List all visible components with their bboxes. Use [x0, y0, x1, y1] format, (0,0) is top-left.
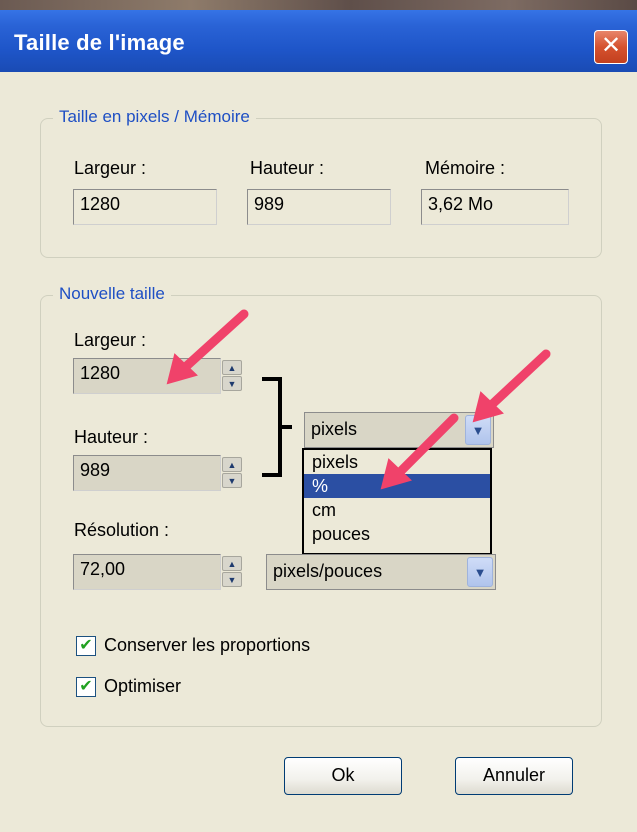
link-bracket-tick — [280, 425, 292, 429]
current-height-label: Hauteur : — [250, 158, 325, 178]
new-height-label: Hauteur : — [74, 427, 149, 447]
new-height-input[interactable]: 989 — [73, 455, 221, 491]
memory-group: Taille en pixels / Mémoire — [40, 107, 602, 258]
resolution-spinner[interactable]: ▲ ▼ — [222, 556, 242, 588]
spin-up-icon[interactable]: ▲ — [222, 360, 242, 375]
close-icon: ✕ — [600, 32, 622, 59]
link-bracket — [262, 377, 282, 477]
unit-option-cm[interactable]: cm — [304, 498, 490, 522]
resolution-label: Résolution : — [74, 520, 170, 540]
cancel-button[interactable]: Annuler — [455, 757, 573, 795]
unit-option-pouces[interactable]: pouces — [304, 522, 490, 546]
memory-label: Mémoire : — [425, 158, 506, 178]
size-unit-select[interactable]: pixels ▼ — [304, 412, 494, 448]
checkmark-icon: ✔ — [79, 637, 93, 654]
close-button[interactable]: ✕ — [594, 30, 628, 64]
ok-button[interactable]: Ok — [284, 757, 402, 795]
memory-group-title: Taille en pixels / Mémoire — [53, 107, 256, 127]
keep-proportions-checkbox[interactable]: ✔ — [76, 636, 96, 656]
new-size-group-title: Nouvelle taille — [53, 284, 171, 304]
resolution-unit-value: pixels/pouces — [273, 561, 383, 581]
title-bar: Taille de l'image ✕ — [0, 0, 637, 72]
optimize-label: Optimiser — [104, 676, 182, 696]
new-width-input[interactable]: 1280 — [73, 358, 221, 394]
resolution-unit-select[interactable]: pixels/pouces ▼ — [266, 554, 496, 590]
unit-option-pixels[interactable]: pixels — [304, 450, 490, 474]
current-height-value: 989 — [247, 189, 391, 225]
background-strip — [0, 0, 637, 10]
new-width-label: Largeur : — [74, 330, 147, 350]
size-unit-dropdown[interactable]: pixels % cm pouces — [302, 448, 492, 555]
new-height-spinner[interactable]: ▲ ▼ — [222, 457, 242, 489]
keep-proportions-label: Conserver les proportions — [104, 635, 311, 655]
resolution-input[interactable]: 72,00 — [73, 554, 221, 590]
checkmark-icon: ✔ — [79, 678, 93, 695]
window-title: Taille de l'image — [14, 30, 185, 55]
memory-value: 3,62 Mo — [421, 189, 569, 225]
spin-up-icon[interactable]: ▲ — [222, 457, 242, 472]
current-width-label: Largeur : — [74, 158, 147, 178]
spin-down-icon[interactable]: ▼ — [222, 376, 242, 391]
spin-down-icon[interactable]: ▼ — [222, 572, 242, 587]
chevron-down-icon[interactable]: ▼ — [465, 415, 491, 445]
size-unit-value: pixels — [311, 419, 358, 439]
optimize-checkbox[interactable]: ✔ — [76, 677, 96, 697]
unit-option-percent[interactable]: % — [304, 474, 490, 498]
spin-down-icon[interactable]: ▼ — [222, 473, 242, 488]
new-width-spinner[interactable]: ▲ ▼ — [222, 360, 242, 392]
spin-up-icon[interactable]: ▲ — [222, 556, 242, 571]
chevron-down-icon[interactable]: ▼ — [467, 557, 493, 587]
current-width-value: 1280 — [73, 189, 217, 225]
